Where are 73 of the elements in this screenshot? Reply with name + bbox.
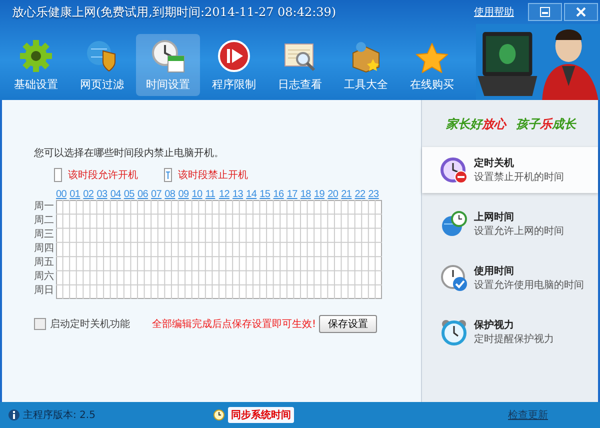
hour-link[interactable]: 22 bbox=[354, 189, 368, 200]
hour-link[interactable]: 07 bbox=[151, 189, 165, 200]
clock-calendar-icon bbox=[151, 39, 185, 73]
hour-link[interactable]: 06 bbox=[137, 189, 152, 200]
day-label: 周六 bbox=[34, 270, 55, 284]
toolbar-tab[interactable]: 网页过滤 bbox=[70, 34, 134, 96]
check-update-link[interactable]: 检查更新 bbox=[508, 408, 548, 422]
hour-link[interactable]: 23 bbox=[368, 189, 382, 200]
hour-link[interactable]: 14 bbox=[246, 189, 260, 200]
day-label: 周日 bbox=[34, 284, 55, 298]
clock-icon bbox=[213, 409, 225, 421]
minimize-button[interactable] bbox=[528, 3, 562, 21]
hour-link[interactable]: 13 bbox=[232, 189, 246, 200]
hour-link[interactable]: 01 bbox=[70, 189, 84, 200]
clock-icon bbox=[440, 156, 468, 184]
hour-link[interactable]: 17 bbox=[286, 189, 300, 200]
day-label: 周三 bbox=[34, 228, 55, 242]
day-label: 周五 bbox=[34, 256, 55, 270]
slogan-text: 家长好放心 bbox=[446, 116, 506, 133]
star-icon bbox=[416, 43, 448, 73]
sidebar-item[interactable]: 保护视力 定时提醒保护视力 bbox=[422, 309, 598, 355]
help-link[interactable]: 使用帮助 bbox=[474, 5, 514, 19]
toolbar-tab[interactable]: 时间设置 bbox=[136, 34, 200, 96]
hour-link[interactable]: 15 bbox=[260, 189, 274, 200]
info-icon bbox=[8, 409, 20, 421]
toolbar-tab[interactable]: 程序限制 bbox=[202, 34, 266, 96]
allowed-swatch-icon bbox=[54, 168, 62, 182]
toolbar-tab[interactable]: 工具大全 bbox=[334, 34, 398, 96]
hour-link[interactable]: 08 bbox=[164, 189, 178, 200]
sidebar-item[interactable]: 使用时间 设置允许使用电脑的时间 bbox=[422, 255, 598, 301]
globe-clock-icon bbox=[440, 210, 468, 238]
alarm-clock-icon bbox=[440, 318, 468, 346]
hour-link[interactable]: 10 bbox=[192, 189, 206, 200]
window-title: 放心乐健康上网(免费试用,到期时间:2014-11-27 08:42:39) bbox=[12, 4, 338, 20]
day-label: 周四 bbox=[34, 242, 55, 256]
toolbar-tab[interactable]: 日志查看 bbox=[268, 34, 332, 96]
close-button[interactable] bbox=[564, 3, 598, 21]
legend-label: 该时段禁止开机 bbox=[178, 168, 248, 182]
hour-link[interactable]: 18 bbox=[300, 189, 314, 200]
legend-label: 该时段允许开机 bbox=[68, 168, 138, 182]
hour-link[interactable]: 04 bbox=[110, 189, 124, 200]
toolbar-tab[interactable]: 在线购买 bbox=[400, 34, 464, 96]
gear-icon bbox=[19, 39, 53, 73]
minimize-icon bbox=[540, 7, 550, 17]
clock-check-icon bbox=[440, 264, 468, 292]
sync-time-link[interactable]: 同步系统时间 bbox=[228, 407, 294, 423]
forbidden-swatch-icon bbox=[164, 168, 172, 182]
hour-link[interactable]: 09 bbox=[178, 189, 192, 200]
instruction-text: 您可以选择在哪些时间段内禁止电脑开机。 bbox=[34, 146, 225, 160]
checkbox[interactable] bbox=[34, 318, 46, 330]
hour-link[interactable]: 21 bbox=[341, 189, 355, 200]
version-text: 主程序版本: 2.5 bbox=[23, 408, 96, 422]
hour-link[interactable]: 05 bbox=[124, 189, 138, 200]
hour-link[interactable]: 19 bbox=[314, 189, 328, 200]
save-button[interactable]: 保存设置 bbox=[319, 315, 378, 333]
hour-link[interactable]: 11 bbox=[205, 189, 219, 200]
hour-link[interactable]: 16 bbox=[273, 189, 287, 200]
sidebar-item[interactable]: 上网时间 设置允许上网的时间 bbox=[422, 201, 598, 247]
sidebar-item[interactable]: 定时关机 设置禁止开机的时间 bbox=[422, 147, 598, 193]
hour-link[interactable]: 12 bbox=[218, 189, 233, 200]
hour-link[interactable]: 02 bbox=[83, 189, 97, 200]
notice-text: 全部编辑完成后点保存设置即可生效! bbox=[152, 318, 316, 331]
time-grid[interactable] bbox=[56, 200, 382, 299]
hour-link[interactable]: 00 bbox=[56, 189, 70, 200]
checkbox-label: 启动定时关机功能 bbox=[50, 318, 130, 331]
day-label: 周二 bbox=[34, 214, 55, 228]
hour-link[interactable]: 03 bbox=[96, 189, 110, 200]
toolbar-tab[interactable]: 基础设置 bbox=[4, 34, 68, 96]
close-icon bbox=[576, 7, 586, 17]
play-icon bbox=[217, 39, 251, 73]
hour-link[interactable]: 20 bbox=[328, 189, 342, 200]
slogan-text: 孩子乐成长 bbox=[516, 116, 576, 133]
day-label: 周一 bbox=[34, 200, 55, 214]
